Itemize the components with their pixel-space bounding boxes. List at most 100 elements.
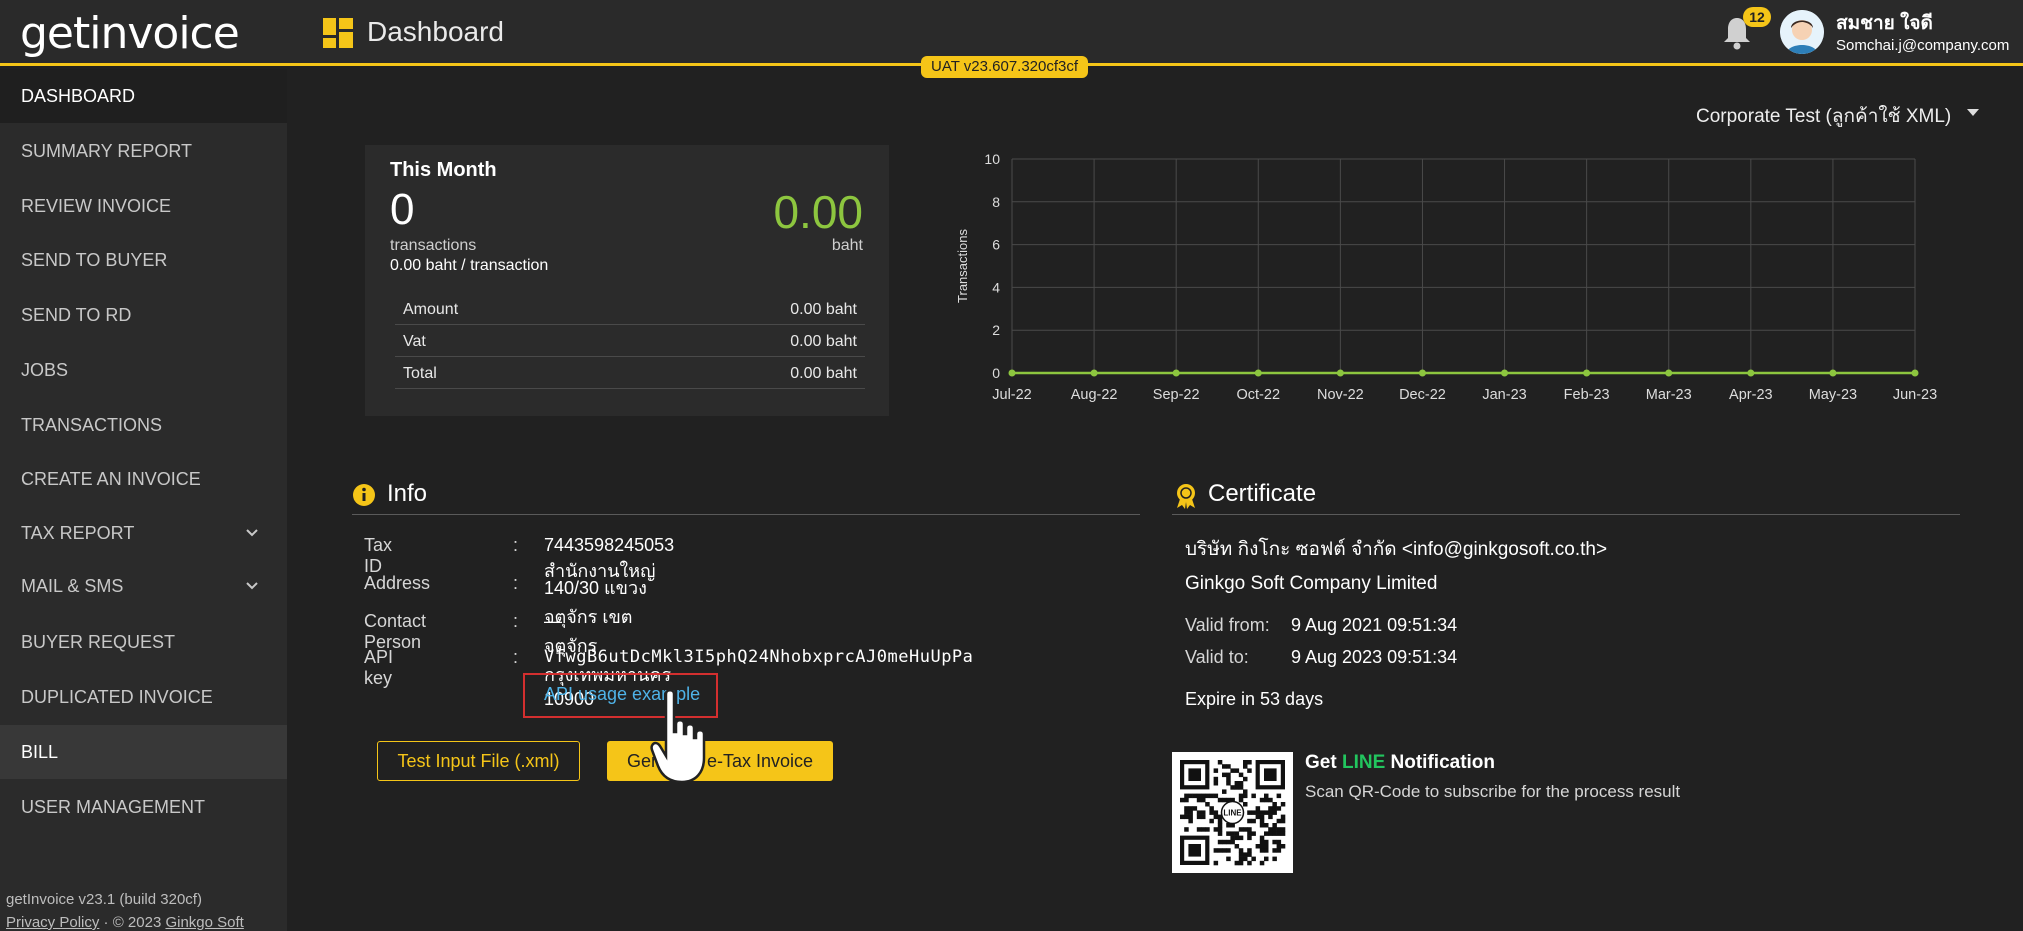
x-tick-label: Jan-23 (1482, 387, 1526, 403)
y-tick-label: 8 (992, 194, 1000, 210)
x-tick-label: Sep-22 (1153, 387, 1200, 403)
summary-label: Total (403, 365, 437, 382)
y-tick-label: 4 (992, 279, 1000, 295)
app-logo[interactable]: getinvoice (20, 8, 240, 59)
summary-label: Amount (403, 301, 459, 318)
sidebar-item-create-invoice[interactable]: CREATE AN INVOICE (0, 452, 287, 506)
sidebar-item-send-to-rd[interactable]: SEND TO RD (0, 288, 287, 342)
x-tick-label: Jul-22 (992, 387, 1032, 403)
dashboard-icon (323, 18, 353, 48)
build-info: getInvoice v23.1 (build 320cf) (6, 891, 202, 908)
line-qr-code: LINE (1172, 752, 1293, 873)
divider (1172, 514, 1960, 515)
x-tick-label: Jun-23 (1893, 387, 1937, 403)
api-key-value[interactable]: VfwgB6utDcMkl3I5phQ24NhobxprcAJ0meHuUpPa (544, 647, 973, 667)
data-point (1501, 369, 1509, 377)
data-point (1254, 369, 1262, 377)
sidebar-item-buyer-request[interactable]: BUYER REQUEST (0, 615, 287, 669)
amount-unit: baht (831, 237, 863, 254)
sidebar-item-jobs[interactable]: JOBS (0, 343, 287, 397)
line-title-brand: LINE (1341, 752, 1386, 773)
avatar[interactable] (1780, 10, 1824, 54)
sidebar-item-dashboard[interactable]: DASHBOARD (0, 69, 287, 123)
y-tick-label: 2 (992, 322, 1000, 338)
info-icon (353, 484, 375, 506)
data-point (1008, 369, 1016, 377)
copyright: © 2023 (112, 914, 162, 931)
data-point (1090, 369, 1098, 377)
line-logo-text: LINE (1223, 809, 1242, 818)
privacy-policy-link[interactable]: Privacy Policy (6, 914, 99, 931)
line-notification-desc: Scan QR-Code to subscribe for the proces… (1305, 782, 1681, 801)
sidebar-item-bill[interactable]: BILL (0, 725, 287, 779)
page-title: Dashboard (367, 16, 504, 47)
sidebar-item-send-to-buyer[interactable]: SEND TO BUYER (0, 233, 287, 287)
valid-to-value: 9 Aug 2023 09:51:34 (1291, 647, 1458, 667)
info-label: Tax ID (364, 535, 393, 576)
data-point (1583, 369, 1591, 377)
info-heading: Info (387, 480, 428, 507)
summary-row: Amount 0.00 baht (395, 293, 865, 325)
footer-separator: · (103, 914, 109, 931)
sidebar-item-mail-sms[interactable]: MAIL & SMS (0, 559, 287, 613)
notification-count-badge: 12 (1743, 7, 1771, 27)
certificate-owner: บริษัท กิงโกะ ซอฟต์ จำกัด <info@ginkgoso… (1185, 539, 1608, 560)
chevron-down-icon (246, 582, 258, 590)
summary-row: Total 0.00 baht (395, 357, 865, 389)
line-title-get: Get (1305, 752, 1337, 773)
transactions-chart: 0 2 4 6 8 10 Jul-22 Aug-22 Sep-22 Oct-22 Nov-22 Dec… (955, 151, 1937, 403)
data-point (1418, 369, 1426, 377)
summary-value: 0.00 baht (790, 333, 857, 350)
y-axis-label: Transactions (955, 229, 970, 303)
valid-from-value: 9 Aug 2021 09:51:34 (1291, 615, 1458, 635)
user-name[interactable]: สมชาย ใจดี (1836, 8, 1933, 38)
summary-value: 0.00 baht (790, 301, 857, 318)
sidebar-item-label: TAX REPORT (21, 523, 135, 543)
data-point (1172, 369, 1180, 377)
data-point (1829, 369, 1837, 377)
line-notification-title: Get LINE Notification (1305, 752, 1495, 774)
info-colon: : (513, 535, 519, 555)
sidebar-item-duplicated-invoice[interactable]: DUPLICATED INVOICE (0, 670, 287, 724)
sidebar-item-review-invoice[interactable]: REVIEW INVOICE (0, 179, 287, 233)
user-email: Somchai.j@company.com (1836, 37, 2010, 54)
y-tick-label: 6 (992, 237, 1000, 253)
total-amount: 0.00 (773, 186, 863, 238)
x-tick-label: Apr-23 (1729, 387, 1773, 403)
x-tick-label: Dec-22 (1399, 387, 1446, 403)
summary-row: Vat 0.00 baht (395, 325, 865, 357)
certificate-heading: Certificate (1208, 480, 1317, 507)
card-title: This Month (390, 159, 497, 181)
ginkgo-soft-link[interactable]: Ginkgo Soft (165, 914, 243, 931)
line-title-notification: Notification (1390, 752, 1496, 773)
this-month-card: This Month 0 0.00 transactions 0.00 baht… (365, 145, 889, 416)
y-tick-label: 0 (992, 365, 1000, 381)
data-point (1911, 369, 1919, 377)
info-colon: : (513, 573, 519, 593)
company-selector[interactable]: Corporate Test (ลูกค้าใช้ XML) (1696, 101, 1951, 131)
valid-from-label: Valid from: (1185, 615, 1270, 635)
certificate-company-en: Ginkgo Soft Company Limited (1185, 573, 1438, 594)
summary-label: Vat (403, 333, 426, 350)
info-colon: : (513, 611, 519, 631)
sidebar: DASHBOARD SUMMARY REPORT REVIEW INVOICE … (0, 69, 287, 931)
x-tick-label: Mar-23 (1646, 387, 1692, 403)
expire-note: Expire in 53 days (1185, 689, 1324, 709)
generate-e-tax-invoice-button[interactable]: Generate e-Tax Invoice (607, 741, 833, 781)
sidebar-item-tax-report[interactable]: TAX REPORT (0, 506, 287, 560)
transaction-count: 0 (390, 185, 415, 234)
x-tick-label: Aug-22 (1071, 387, 1118, 403)
divider (352, 514, 1140, 515)
sidebar-item-user-management[interactable]: USER MANAGEMENT (0, 780, 287, 834)
data-point (1336, 369, 1344, 377)
y-tick-label: 10 (984, 151, 1000, 167)
info-colon: : (513, 647, 519, 667)
contact-value: — (544, 611, 562, 631)
valid-to-label: Valid to: (1185, 647, 1249, 667)
sidebar-item-transactions[interactable]: TRANSACTIONS (0, 398, 287, 452)
sidebar-item-summary-report[interactable]: SUMMARY REPORT (0, 124, 287, 178)
caret-down-icon[interactable] (1966, 108, 1980, 118)
x-tick-label: May-23 (1809, 387, 1857, 403)
test-input-file-button[interactable]: Test Input File (.xml) (377, 741, 580, 781)
x-tick-label: Feb-23 (1564, 387, 1610, 403)
